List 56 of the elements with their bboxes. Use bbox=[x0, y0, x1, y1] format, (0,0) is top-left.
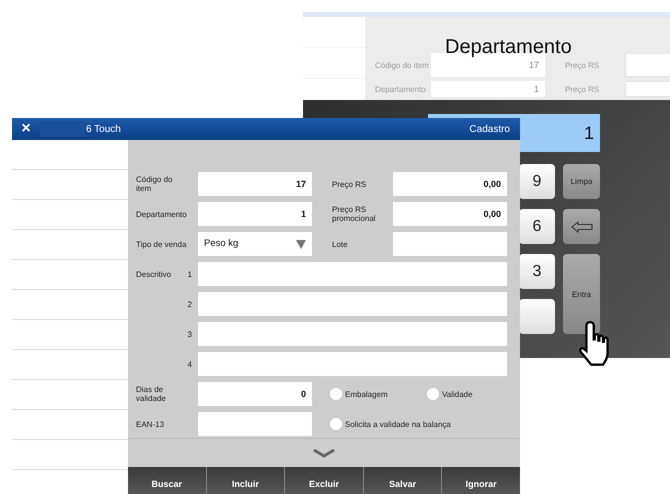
clear-key[interactable]: Limpa bbox=[563, 164, 600, 199]
field-label: Dias de validade bbox=[136, 385, 167, 403]
digit-key[interactable]: 9 bbox=[519, 164, 555, 199]
input-field: 1 bbox=[431, 81, 545, 97]
toolbar-button[interactable]: Salvar bbox=[364, 467, 442, 494]
field-label: Departamento bbox=[136, 210, 188, 218]
input-field[interactable]: 0,00 bbox=[393, 202, 507, 226]
blank-key[interactable] bbox=[519, 299, 555, 334]
input-field[interactable]: 0,00 bbox=[393, 172, 507, 196]
toolbar-button[interactable]: Incluir bbox=[206, 467, 286, 494]
radio-button[interactable] bbox=[330, 418, 342, 430]
digit-key[interactable]: 6 bbox=[519, 209, 555, 244]
line-number: 4 bbox=[188, 360, 192, 368]
radio-button[interactable] bbox=[330, 388, 342, 400]
toolbar-button[interactable]: Ignorar bbox=[442, 467, 520, 494]
radio-label: Embalagem bbox=[345, 390, 388, 398]
field-label: Departamento bbox=[375, 84, 427, 94]
radio-label: Validade bbox=[442, 390, 473, 398]
field-label: Tipo de venda bbox=[136, 240, 188, 248]
section-title: Cadastro bbox=[469, 124, 510, 134]
field-label: Lote bbox=[331, 240, 349, 248]
backspace-key[interactable] bbox=[563, 209, 600, 244]
blurred-block bbox=[40, 121, 85, 137]
field-label: Preço RS bbox=[331, 180, 368, 188]
digit-key[interactable]: 3 bbox=[519, 254, 555, 289]
toolbar-button[interactable]: Buscar bbox=[128, 467, 207, 494]
input-field[interactable] bbox=[198, 352, 507, 376]
field-label: EAN-13 bbox=[136, 420, 166, 428]
chevron-down-icon[interactable] bbox=[313, 448, 335, 458]
dropdown-arrow-icon bbox=[296, 240, 306, 248]
dropdown-value: Peso kg bbox=[204, 237, 238, 251]
line-number: 1 bbox=[188, 270, 192, 278]
input-field[interactable]: 17 bbox=[198, 172, 312, 196]
input-field[interactable] bbox=[198, 262, 507, 286]
close-button[interactable]: × bbox=[20, 121, 32, 137]
toolbar-button[interactable]: Excluir bbox=[285, 467, 364, 494]
enter-key[interactable]: Entra bbox=[563, 254, 600, 334]
line-number: 3 bbox=[188, 330, 192, 338]
radio-button[interactable] bbox=[427, 388, 439, 400]
radio-label: Solicita a validade na balança bbox=[345, 420, 451, 428]
field-label: Preço RS bbox=[564, 84, 600, 94]
field-label: Preço RS promocional bbox=[331, 205, 377, 223]
window-title: 6 Touch bbox=[86, 124, 121, 134]
input-field[interactable] bbox=[198, 292, 507, 316]
input-field[interactable]: 0 bbox=[198, 382, 312, 406]
input-field[interactable] bbox=[198, 412, 312, 436]
input-field[interactable] bbox=[393, 232, 507, 256]
input-field[interactable] bbox=[198, 322, 507, 346]
field-label: Preço RS bbox=[564, 60, 600, 70]
field-label: Código do item bbox=[375, 60, 430, 70]
line-number: 2 bbox=[188, 300, 192, 308]
dropdown[interactable]: Peso kg bbox=[198, 232, 312, 256]
field-label: Descritivo bbox=[136, 270, 172, 278]
field-label: Código do item bbox=[136, 175, 174, 193]
input-field[interactable]: 1 bbox=[198, 202, 312, 226]
left-arrow-icon bbox=[570, 220, 592, 232]
